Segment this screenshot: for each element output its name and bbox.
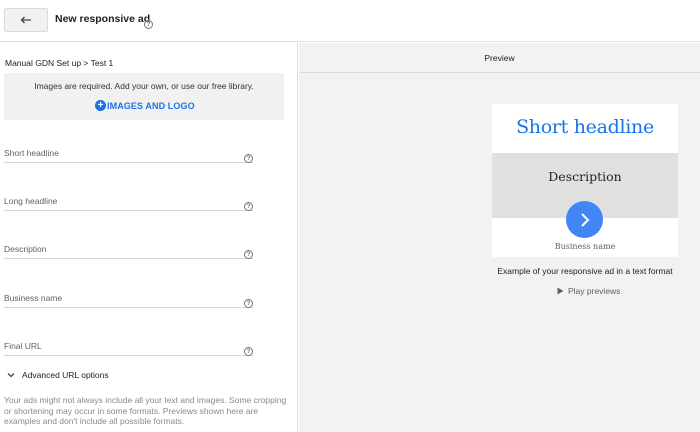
images-required-note: Images are required. Add your own, or us… (34, 81, 254, 91)
short-headline-field[interactable]: Short headline ? (4, 129, 253, 163)
ad-business-name: Business name (554, 242, 616, 251)
preview-panel: Preview Short headline Description Busin… (299, 43, 700, 432)
description-help[interactable]: ? (244, 243, 253, 261)
help-button[interactable]: ? (144, 13, 153, 31)
description-field[interactable]: Description ? (4, 225, 253, 259)
help-circle-icon: ? (244, 154, 253, 163)
business-name-help[interactable]: ? (244, 292, 253, 310)
top-bar: New responsive ad ? (0, 0, 700, 42)
help-circle-icon: ? (144, 20, 153, 29)
add-images-label: IMAGES AND LOGO (107, 100, 195, 111)
ad-preview-card: Short headline Description Business name (492, 104, 678, 257)
business-name-field[interactable]: Business name ? (4, 274, 253, 308)
ad-description: Description (548, 169, 622, 184)
ad-headline: Short headline (516, 116, 654, 138)
play-icon (557, 287, 564, 295)
chevron-down-icon (7, 373, 15, 378)
plus-circle-icon: + (95, 100, 106, 111)
business-name-label: Business name (4, 293, 63, 303)
back-button[interactable] (4, 8, 48, 32)
help-circle-icon: ? (244, 347, 253, 356)
add-images-and-logo-button[interactable]: + IMAGES AND LOGO (95, 100, 195, 111)
preview-header: Preview (299, 43, 700, 73)
final-url-field[interactable]: Final URL ? (4, 322, 253, 356)
advanced-url-options-label: Advanced URL options (22, 370, 109, 380)
images-section: Images are required. Add your own, or us… (4, 73, 284, 120)
play-previews-button[interactable]: Play previews (557, 286, 620, 296)
help-circle-icon: ? (244, 299, 253, 308)
page-title: New responsive ad (55, 13, 151, 25)
final-url-label: Final URL (4, 341, 42, 351)
short-headline-help[interactable]: ? (244, 147, 253, 165)
form-panel: Manual GDN Set up > Test 1 Images are re… (0, 43, 298, 432)
help-circle-icon: ? (244, 202, 253, 211)
chevron-right-icon (580, 212, 589, 227)
advanced-url-options-toggle[interactable]: Advanced URL options (7, 370, 109, 380)
preview-caption: Example of your responsive ad in a text … (497, 266, 673, 276)
ad-arrow-button[interactable] (566, 201, 603, 238)
help-circle-icon: ? (244, 250, 253, 259)
breadcrumb: Manual GDN Set up > Test 1 (5, 58, 114, 68)
description-label: Description (4, 244, 47, 254)
back-arrow-icon (20, 16, 31, 24)
long-headline-label: Long headline (4, 196, 58, 206)
short-headline-label: Short headline (4, 148, 59, 158)
final-url-help[interactable]: ? (244, 340, 253, 358)
play-previews-label: Play previews (568, 286, 621, 296)
long-headline-help[interactable]: ? (244, 195, 253, 213)
long-headline-field[interactable]: Long headline ? (4, 177, 253, 211)
disclaimer-text: Your ads might not always include all yo… (4, 395, 287, 426)
